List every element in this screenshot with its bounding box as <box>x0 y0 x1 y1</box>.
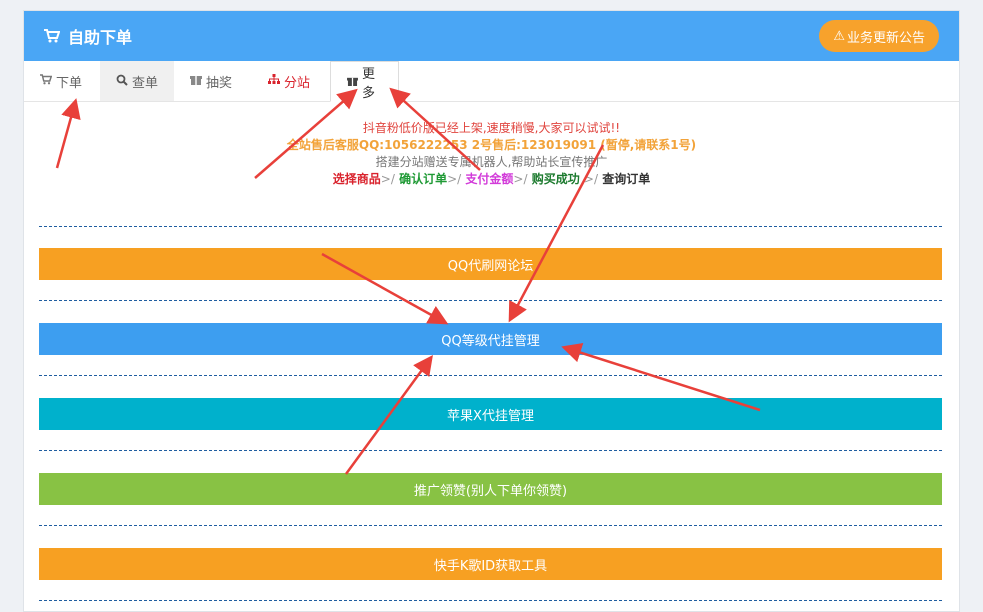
category-bar[interactable]: QQ代刷网论坛 <box>39 248 942 280</box>
category-label: 快手K歌ID获取工具 <box>433 558 548 574</box>
category-label: 推广领赞(别人下单你领赞) <box>413 483 568 499</box>
search-icon <box>116 74 128 89</box>
category-bar[interactable]: 快手K歌ID获取工具 <box>39 548 942 580</box>
tab-order-label: 下单 <box>56 75 83 91</box>
cart-icon <box>40 74 53 88</box>
step-separator: >/ <box>380 172 395 186</box>
category-bar[interactable]: 苹果X代挂管理 <box>39 398 942 430</box>
category-label: 苹果X代挂管理 <box>447 408 534 424</box>
tab-query[interactable]: 查单 <box>100 61 174 101</box>
tab-more[interactable]: 更多 <box>330 61 399 102</box>
panel-title: 自助下单 <box>44 24 132 48</box>
step-separator: >/ <box>583 172 599 186</box>
category-bar[interactable]: QQ等级代挂管理 <box>39 323 942 355</box>
announcement-button-label: 业务更新公告 <box>846 30 925 46</box>
notice-line-1: 抖音粉低价版已经上架,速度稍慢,大家可以试试!! <box>362 121 621 135</box>
tab-bar: 下单 查单 抽奖 分站 更多 <box>24 61 959 102</box>
step-query: 查询订单 <box>602 172 651 186</box>
step-separator: >/ <box>447 172 462 186</box>
tab-order[interactable]: 下单 <box>24 61 100 101</box>
tab-branch[interactable]: 分站 <box>252 61 330 101</box>
notice-line-2: 全站售后客服QQ:1056222253 2号售后:123019091 (暂停,请… <box>286 138 697 152</box>
notice-line-3: 搭建分站赠送专属机器人,帮助站长宣传推广 <box>375 155 608 169</box>
tab-query-label: 查单 <box>132 75 159 91</box>
gift-icon <box>190 74 202 88</box>
warning-icon: ⚠ <box>833 28 845 44</box>
tab-more-label: 更多 <box>362 66 376 101</box>
panel-title-text: 自助下单 <box>68 28 133 47</box>
step-separator: >/ <box>513 172 528 186</box>
notice-block: 抖音粉低价版已经上架,速度稍慢,大家可以试试!! 全站售后客服QQ:105622… <box>24 120 959 188</box>
gift-icon <box>347 75 358 89</box>
category-label: QQ代刷网论坛 <box>447 258 534 274</box>
category-list: QQ代刷网论坛 QQ等级代挂管理 苹果X代挂管理 推广领赞(别人下单你领赞) 快… <box>39 226 942 601</box>
category-label: QQ等级代挂管理 <box>441 333 540 349</box>
step-select: 选择商品 <box>332 172 381 186</box>
announcement-button[interactable]: ⚠ 业务更新公告 <box>819 20 939 52</box>
tab-lottery-label: 抽奖 <box>206 75 233 91</box>
cart-icon <box>44 29 60 43</box>
purchase-steps: 选择商品>/ 确认订单>/ 支付金额>/ 购买成功 >/ 查询订单 <box>24 171 959 188</box>
panel-header: 自助下单 ⚠ 业务更新公告 <box>24 11 959 61</box>
sitemap-icon <box>268 74 280 88</box>
step-pay: 支付金额 <box>465 172 514 186</box>
order-panel: 自助下单 ⚠ 业务更新公告 下单 查单 抽奖 分站 更多 抖音粉低价版已经上架,… <box>23 10 960 612</box>
divider <box>39 600 942 601</box>
tab-branch-label: 分站 <box>284 75 311 91</box>
step-success: 购买成功 <box>531 172 580 186</box>
category-bar[interactable]: 推广领赞(别人下单你领赞) <box>39 473 942 505</box>
step-confirm: 确认订单 <box>399 172 448 186</box>
tab-lottery[interactable]: 抽奖 <box>174 61 252 101</box>
